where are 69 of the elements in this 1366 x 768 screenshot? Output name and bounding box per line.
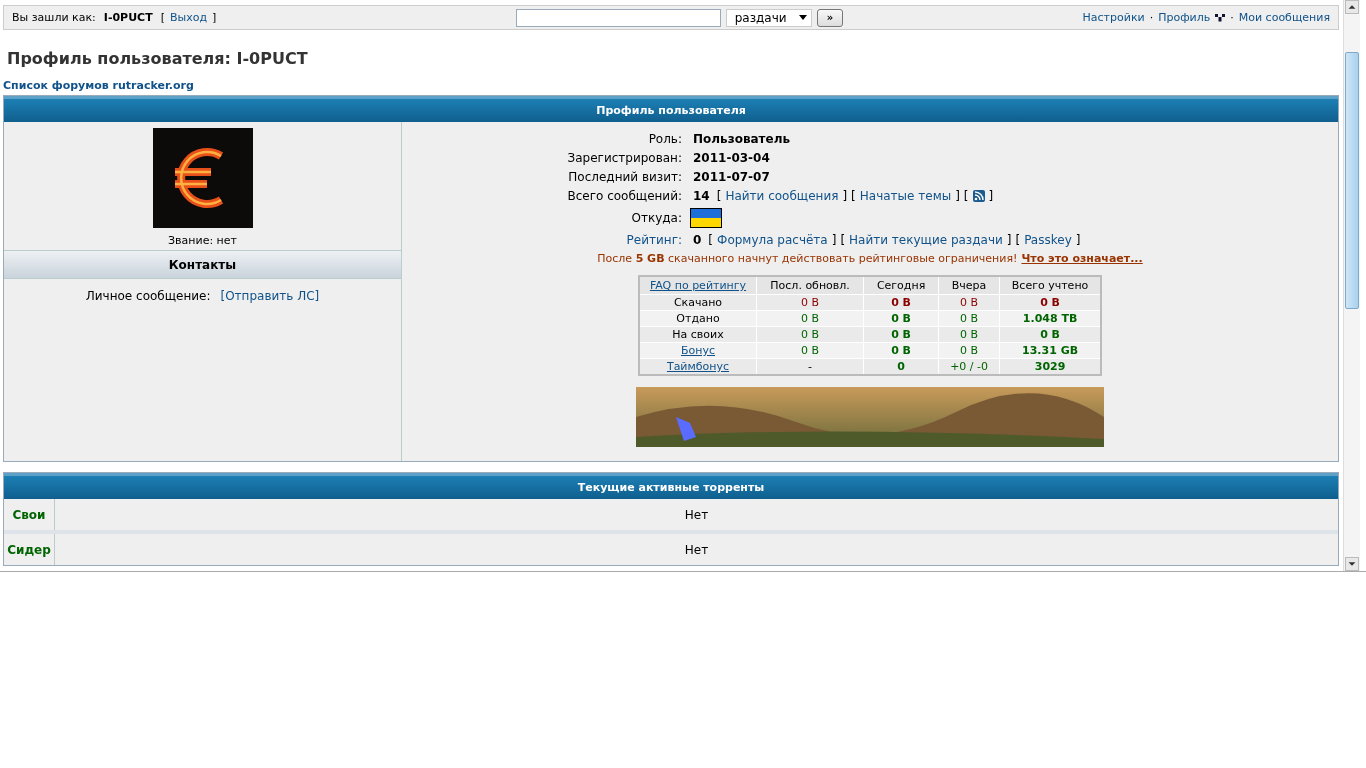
link[interactable]: Формула расчёта: [717, 233, 828, 247]
text: ]: [212, 11, 217, 24]
value-text: 0: [693, 233, 702, 247]
field-label: Последний визит:: [567, 170, 682, 184]
text: [: [716, 189, 722, 203]
breadcrumb-link[interactable]: Список форумов rutracker.org: [3, 79, 1339, 92]
link[interactable]: Выход: [170, 11, 208, 24]
search-field[interactable]: [515, 8, 721, 27]
text: ]: [842, 189, 848, 203]
column-header: Посл. обновл.: [756, 276, 864, 295]
text: ·: [1149, 11, 1154, 24]
row-link[interactable]: Таймбонус: [666, 360, 730, 373]
column-header: Сегодня: [863, 276, 939, 295]
link[interactable]: Начатые темы: [859, 189, 952, 203]
value-text: Пользователь: [693, 132, 791, 146]
text: ·: [1230, 11, 1234, 24]
flag-icon: [690, 208, 722, 228]
value-text: 2011-07-07: [693, 170, 770, 184]
contact-label: Личное сообщение:: [85, 289, 211, 303]
value-text: I-0PUCT: [103, 11, 153, 24]
row-link[interactable]: Бонус: [680, 344, 715, 357]
text: [: [963, 189, 969, 203]
field-label: Всего сообщений:: [566, 189, 682, 203]
scrollbar[interactable]: [1343, 0, 1360, 571]
text: ]: [955, 189, 960, 203]
link[interactable]: Passkey: [1024, 233, 1072, 247]
send-message-link[interactable]: [Отправить ЛС]: [220, 289, 320, 303]
row-label: Сидер: [4, 534, 55, 565]
scroll-down-icon[interactable]: [1345, 557, 1359, 571]
scroll-up-icon[interactable]: [1345, 0, 1359, 14]
checker-icon[interactable]: [1215, 13, 1226, 22]
link[interactable]: Профиль: [1158, 11, 1211, 24]
text: [: [160, 11, 165, 24]
value-text: 14: [693, 189, 710, 203]
field-label: Зарегистрирован:: [566, 151, 682, 165]
field-label: Откуда:: [630, 211, 682, 225]
panel-header: Профиль пользователя: [4, 96, 1338, 122]
column-header: Всего учтено: [999, 276, 1102, 295]
text: [: [708, 233, 714, 247]
link[interactable]: Мои сообщения: [1238, 11, 1330, 24]
rating-notice: После 5 GB скачанного начнут действовать рейтинговые ограничения!: [597, 252, 1018, 265]
link[interactable]: Найти сообщения: [725, 189, 839, 203]
page-title: Профиль пользователя: I-0PUCT: [7, 49, 309, 68]
caret-icon: [798, 15, 807, 20]
text: ]: [1075, 233, 1081, 247]
text: [: [840, 233, 846, 247]
text: ]: [1006, 233, 1012, 247]
rss-icon[interactable]: [972, 190, 985, 202]
faq-link[interactable]: FAQ по рейтингу: [649, 279, 747, 292]
field-label-link[interactable]: Рейтинг:: [402, 233, 682, 247]
text: Вы зашли как:: [12, 11, 96, 24]
row-value: Нет: [683, 506, 710, 524]
row-value: Нет: [683, 541, 710, 559]
field-label: Роль:: [647, 132, 682, 146]
rank-text: Звание: нет: [168, 234, 237, 247]
text: [: [1015, 233, 1021, 247]
text: ]: [831, 233, 837, 247]
category-select[interactable]: раздачи: [725, 8, 812, 27]
row-label: Свои: [4, 499, 55, 530]
search-button[interactable]: »: [816, 8, 844, 27]
text: [: [851, 189, 856, 203]
value-text: 2011-03-04: [693, 151, 770, 165]
panel-header: Текущие активные торренты: [4, 473, 1338, 499]
text: ]: [988, 189, 994, 203]
link[interactable]: Настройки: [1082, 11, 1145, 24]
column-header: Вчера: [938, 276, 1000, 295]
link[interactable]: Найти текущие раздачи: [849, 233, 1003, 247]
contacts-header: Контакты: [4, 250, 401, 279]
notice-link[interactable]: Что это означает...: [1021, 252, 1143, 265]
